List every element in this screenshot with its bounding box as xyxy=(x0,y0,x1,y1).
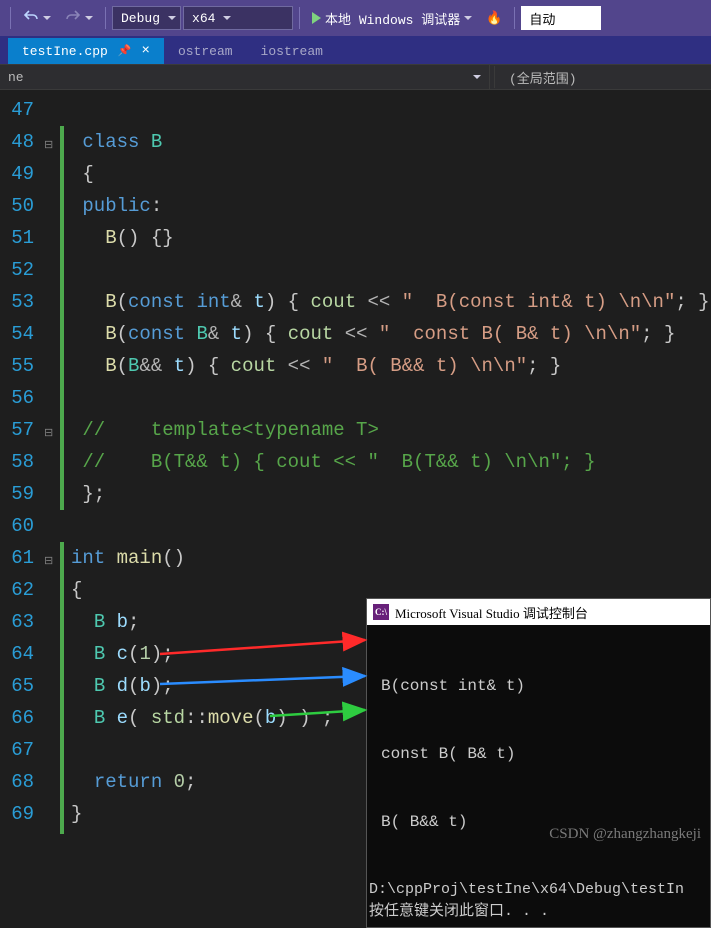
line-number: 64 xyxy=(0,638,34,670)
vs-console-icon: C:\ xyxy=(373,604,389,620)
dropdown-caret-icon xyxy=(223,16,231,20)
code-line: // template<typename T> xyxy=(71,414,711,446)
line-number: 48 xyxy=(0,126,34,158)
console-footer: D:\cppProj\testIne\x64\Debug\testIn 按任意键… xyxy=(367,879,710,927)
nav-right-value: (全局范围) xyxy=(509,72,577,87)
watermark: CSDN @zhangzhangkeji xyxy=(549,826,701,843)
nav-left-value: ne xyxy=(8,70,24,85)
line-number: 69 xyxy=(0,798,34,830)
toolbar-separator xyxy=(514,7,515,29)
fold-minus-icon[interactable]: ⊟ xyxy=(44,418,53,450)
toolbar-separator xyxy=(299,7,300,29)
line-number: 62 xyxy=(0,574,34,606)
tab-label: iostream xyxy=(261,44,323,59)
line-number: 66 xyxy=(0,702,34,734)
line-number: 55 xyxy=(0,350,34,382)
console-titlebar[interactable]: C:\ Microsoft Visual Studio 调试控制台 xyxy=(367,599,710,625)
line-number: 47 xyxy=(0,94,34,126)
tab-label: testIne.cpp xyxy=(22,44,108,59)
line-number: 51 xyxy=(0,222,34,254)
console-title: Microsoft Visual Studio 调试控制台 xyxy=(395,603,588,622)
debug-console-window[interactable]: C:\ Microsoft Visual Studio 调试控制台 B(cons… xyxy=(366,598,711,928)
platform-dropdown[interactable]: x64 xyxy=(183,6,293,30)
fold-minus-icon[interactable]: ⊟ xyxy=(44,130,53,162)
line-number-gutter: 4748495051525354555657585960616263646566… xyxy=(0,90,42,849)
code-line: }; xyxy=(71,478,711,510)
line-number: 58 xyxy=(0,446,34,478)
nav-right-dropdown[interactable]: (全局范围) xyxy=(499,68,711,87)
code-line: class B xyxy=(71,126,711,158)
code-line xyxy=(71,510,711,542)
line-number: 61 xyxy=(0,542,34,574)
line-number: 57 xyxy=(0,414,34,446)
config-value: Debug xyxy=(121,11,160,26)
toolbar-separator xyxy=(10,7,11,29)
line-number: 49 xyxy=(0,158,34,190)
dropdown-caret-icon xyxy=(168,16,176,20)
tab-label: ostream xyxy=(178,44,233,59)
dropdown-caret-icon xyxy=(464,16,472,20)
config-dropdown[interactable]: Debug xyxy=(112,6,181,30)
code-line: B(const int& t) { cout << " B(const int&… xyxy=(71,286,711,318)
line-number: 65 xyxy=(0,670,34,702)
tab-testine[interactable]: testIne.cpp 📌 × xyxy=(8,38,164,64)
redo-split[interactable] xyxy=(59,4,99,32)
dropdown-caret-icon xyxy=(473,75,481,79)
undo-split[interactable] xyxy=(17,4,57,32)
dropdown-caret-icon xyxy=(85,16,93,20)
line-number: 50 xyxy=(0,190,34,222)
toolbar-separator xyxy=(105,7,106,29)
fold-column: ⊟ ⊟ ⊟ xyxy=(42,90,60,849)
line-number: 68 xyxy=(0,766,34,798)
line-number: 59 xyxy=(0,478,34,510)
code-line: B(B&& t) { cout << " B( B&& t) \n\n"; } xyxy=(71,350,711,382)
dropdown-caret-icon xyxy=(43,16,51,20)
flame-icon[interactable]: 🔥 xyxy=(480,4,508,32)
nav-row: ne (全局范围) xyxy=(0,64,711,90)
nav-scope-dropdown[interactable]: ne xyxy=(0,65,490,89)
line-number: 60 xyxy=(0,510,34,542)
auto-field[interactable]: 自动 xyxy=(521,6,601,30)
pin-icon[interactable]: 📌 xyxy=(118,44,132,58)
line-number: 67 xyxy=(0,734,34,766)
nav-separator xyxy=(494,66,495,88)
line-number: 63 xyxy=(0,606,34,638)
close-icon[interactable]: × xyxy=(142,43,150,59)
platform-value: x64 xyxy=(192,11,215,26)
start-debug-button[interactable]: 本地 Windows 调试器 xyxy=(306,4,478,32)
code-line: { xyxy=(71,158,711,190)
code-line: B(const B& t) { cout << " const B( B& t)… xyxy=(71,318,711,350)
line-number: 54 xyxy=(0,318,34,350)
start-debug-label: 本地 Windows 调试器 xyxy=(325,9,460,28)
line-number: 56 xyxy=(0,382,34,414)
undo-icon xyxy=(23,8,39,28)
play-icon xyxy=(312,12,321,24)
fold-minus-icon[interactable]: ⊟ xyxy=(44,546,53,578)
code-line: public: xyxy=(71,190,711,222)
code-line xyxy=(71,254,711,286)
code-line: B() {} xyxy=(71,222,711,254)
change-marker xyxy=(60,542,64,834)
toolbar: Debug x64 本地 Windows 调试器 🔥 自动 xyxy=(0,0,711,36)
redo-icon xyxy=(65,8,81,28)
auto-value: 自动 xyxy=(529,9,555,28)
line-number: 53 xyxy=(0,286,34,318)
line-number: 52 xyxy=(0,254,34,286)
code-line: // B(T&& t) { cout << " B(T&& t) \n\n"; … xyxy=(71,446,711,478)
code-line xyxy=(71,382,711,414)
tab-ostream[interactable]: ostream xyxy=(164,38,247,64)
code-line xyxy=(71,94,711,126)
tab-iostream[interactable]: iostream xyxy=(247,38,337,64)
tab-row: testIne.cpp 📌 × ostream iostream xyxy=(0,36,711,64)
code-line: int main() xyxy=(71,542,711,574)
change-marker xyxy=(60,126,64,510)
